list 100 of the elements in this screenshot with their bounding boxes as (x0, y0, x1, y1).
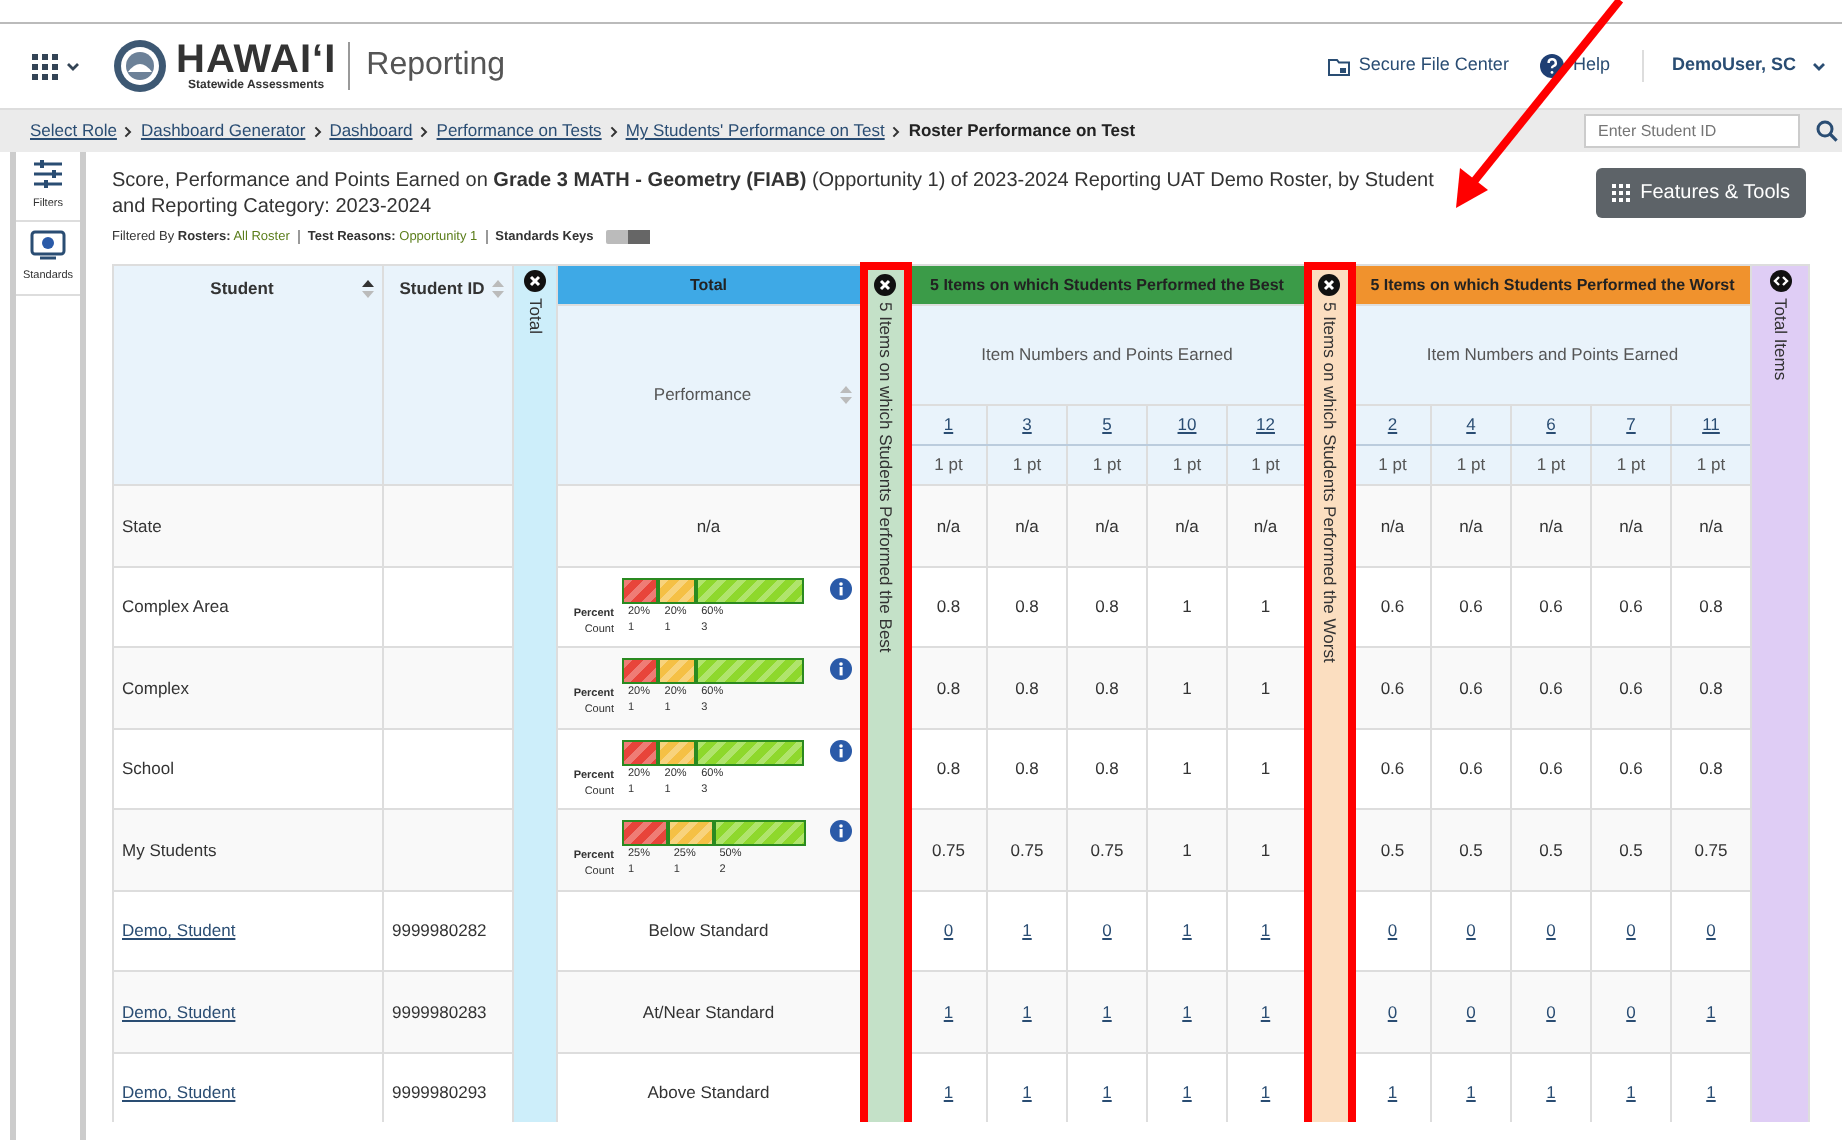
header-link[interactable]: Help (1540, 52, 1610, 80)
score-cell: 0.8 (987, 647, 1067, 729)
breadcrumb-link[interactable]: Dashboard (329, 118, 413, 144)
item-number-link[interactable]: 10 (1177, 414, 1197, 435)
subheader: Item Numbers and Points Earned (907, 305, 1307, 406)
score-link[interactable]: 1 (943, 1001, 954, 1022)
column-header[interactable]: Student (113, 265, 383, 486)
student-id-field[interactable]: Enter Student ID (1584, 114, 1800, 148)
expand-icon[interactable] (1769, 270, 1791, 293)
score-link[interactable]: 0 (943, 920, 954, 941)
item-number-link[interactable]: 11 (1702, 414, 1720, 435)
apps-menu-icon[interactable] (32, 53, 58, 79)
score-link[interactable]: 0 (1387, 920, 1398, 941)
item-number-link[interactable]: 5 (1102, 414, 1112, 435)
row-label: State (113, 485, 383, 567)
score-link[interactable]: 1 (1466, 1082, 1476, 1103)
info-icon[interactable] (829, 820, 851, 842)
score-cell: 1 (1147, 809, 1227, 891)
score-cell: 0.5 (1431, 809, 1511, 891)
score-cell: 0.5 (1591, 809, 1671, 891)
score-link[interactable]: 1 (1706, 1082, 1716, 1103)
score-cell: n/a (1591, 485, 1671, 567)
item-number-link[interactable]: 7 (1626, 414, 1636, 435)
score-link[interactable]: 0 (1387, 1001, 1398, 1022)
score-link[interactable]: 1 (1546, 1082, 1556, 1103)
info-icon[interactable] (829, 577, 851, 599)
sort-icon[interactable] (362, 280, 374, 299)
item-points: 1 pt (1067, 445, 1147, 486)
item-number-link[interactable]: 2 (1387, 414, 1398, 435)
folder-icon (1328, 57, 1351, 75)
score-link[interactable]: 1 (1260, 1082, 1271, 1103)
chevron-icon (124, 125, 133, 137)
score-cell: n/a (1351, 485, 1431, 567)
item-points: 1 pt (1511, 445, 1591, 486)
breadcrumb-link[interactable]: Performance on Tests (436, 118, 602, 144)
close-icon[interactable] (1318, 273, 1340, 296)
item-points: 1 pt (987, 445, 1067, 486)
score-link[interactable]: 1 (1260, 920, 1271, 941)
score-link[interactable]: 0 (1626, 1001, 1636, 1022)
score-link[interactable]: 1 (1022, 1082, 1032, 1103)
score-link[interactable]: 0 (1546, 920, 1556, 941)
student-link[interactable]: Demo, Student (122, 1001, 236, 1022)
student-link[interactable]: Demo, Student (122, 1082, 236, 1103)
collapsed-column[interactable]: 5 Items on which Students Performed the Best (863, 265, 907, 1122)
score-link[interactable]: 1 (1706, 1001, 1716, 1022)
close-icon[interactable] (524, 270, 546, 293)
info-icon[interactable] (829, 739, 851, 761)
seal-icon (112, 38, 168, 94)
collapsed-column[interactable]: 5 Items on which Students Performed the Worst (1307, 265, 1351, 1122)
user-menu-button[interactable]: DemoUser, SC (1641, 50, 1826, 82)
score-link[interactable]: 0 (1466, 920, 1476, 941)
column-header[interactable]: Student ID (383, 265, 513, 486)
collapsed-column[interactable]: Total (513, 265, 557, 1122)
apps-menu-button[interactable] (32, 53, 80, 79)
score-link[interactable]: 0 (1706, 920, 1716, 941)
item-points: 1 pt (1591, 445, 1671, 486)
header-link[interactable]: Secure File Center (1328, 52, 1509, 80)
breadcrumb-link[interactable]: My Students' Performance on Test (625, 118, 885, 144)
item-number-link[interactable]: 1 (943, 414, 954, 435)
score-link[interactable]: 0 (1626, 920, 1636, 941)
breadcrumb-link[interactable]: Dashboard Generator (140, 118, 306, 144)
score-cell: 0.75 (1067, 809, 1147, 891)
column-header[interactable]: Performance (557, 305, 863, 486)
score-link[interactable]: 0 (1102, 920, 1112, 941)
score-link[interactable]: 1 (1182, 1001, 1192, 1022)
row-label: My Students (113, 809, 383, 891)
help-icon (1540, 54, 1565, 78)
score-link[interactable]: 0 (1546, 1001, 1556, 1022)
score-link[interactable]: 1 (943, 1082, 954, 1103)
chevron-icon (420, 125, 429, 137)
score-cell: 1 (1147, 647, 1227, 729)
breadcrumb-link[interactable]: Select Role (30, 118, 117, 144)
standards-keys-toggle[interactable] (605, 229, 650, 244)
score-link[interactable]: 1 (1102, 1082, 1112, 1103)
features-tools-button[interactable]: Features & Tools (1596, 168, 1806, 218)
search-icon[interactable] (1816, 120, 1838, 142)
score-cell: 0.5 (1351, 809, 1431, 891)
item-number-link[interactable]: 12 (1256, 414, 1275, 435)
close-icon[interactable] (874, 273, 896, 296)
score-link[interactable]: 1 (1102, 1001, 1112, 1022)
logo-title: HAWAI‘I (176, 40, 337, 80)
score-link[interactable]: 1 (1260, 1001, 1271, 1022)
score-link[interactable]: 0 (1466, 1001, 1476, 1022)
item-number-link[interactable]: 6 (1546, 414, 1556, 435)
score-link[interactable]: 1 (1182, 920, 1192, 941)
collapsed-column[interactable]: Total Items (1751, 265, 1809, 1122)
item-points: 1 pt (1227, 445, 1307, 486)
score-cell: n/a (987, 485, 1067, 567)
score-link[interactable]: 1 (1387, 1082, 1398, 1103)
info-icon[interactable] (829, 658, 851, 680)
item-number-link[interactable]: 3 (1022, 414, 1032, 435)
score-cell: n/a (1147, 485, 1227, 567)
item-number-link[interactable]: 4 (1466, 414, 1476, 435)
score-link[interactable]: 1 (1022, 920, 1032, 941)
score-link[interactable]: 1 (1182, 1082, 1192, 1103)
score-link[interactable]: 1 (1626, 1082, 1636, 1103)
column-title: Student (208, 276, 276, 302)
score-link[interactable]: 1 (1022, 1001, 1032, 1022)
column-label: Total Items (1768, 298, 1793, 381)
student-link[interactable]: Demo, Student (122, 920, 236, 941)
